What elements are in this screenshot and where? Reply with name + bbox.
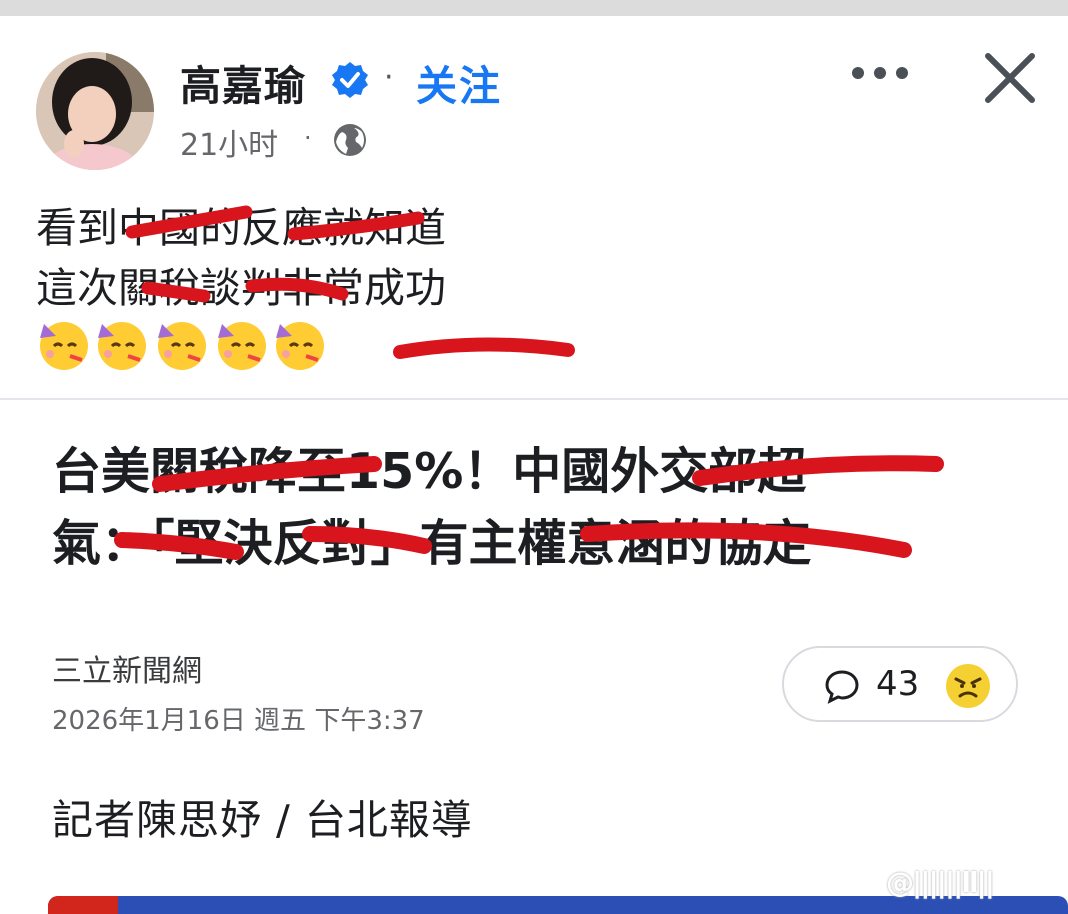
post-divider <box>0 398 1068 400</box>
header-separator-dot: · <box>384 60 394 95</box>
article-headline[interactable]: 台美關稅降至15%！中國外交部超 氣：「堅決反對」有主權意涵的協定 <box>52 436 1032 580</box>
comment-count: 43 <box>876 664 920 704</box>
meta-separator-dot: · <box>304 124 312 152</box>
window-top-bar <box>0 0 1068 16</box>
strike-mark <box>393 337 575 359</box>
close-icon[interactable] <box>980 48 1040 108</box>
article-source[interactable]: 三立新聞網 <box>52 646 202 690</box>
watermark: @||||||ll|| <box>886 866 995 899</box>
partying-face-icon <box>98 322 146 370</box>
author-avatar[interactable] <box>36 52 154 170</box>
author-name[interactable]: 高嘉瑜 <box>180 52 306 112</box>
verified-badge-icon <box>332 62 368 98</box>
headline-line-1: 台美關稅降至15%！中國外交部超 <box>52 443 807 500</box>
partying-face-icon <box>158 322 206 370</box>
angry-face-icon <box>946 664 990 708</box>
partying-face-icon <box>276 322 324 370</box>
article-date: 2026年1月16日 週五 下午3:37 <box>52 706 425 736</box>
partying-face-icon <box>40 322 88 370</box>
more-options-icon[interactable] <box>850 62 910 84</box>
post-text: 看到中國的反應就知道 這次關稅談判非常成功 <box>36 198 446 318</box>
article-byline: 記者陳思妤 / 台北報導 <box>52 796 473 844</box>
post-time[interactable]: 21小时 <box>180 120 278 164</box>
partying-face-icon <box>218 322 266 370</box>
top-bar-gap <box>0 16 1068 20</box>
avatar-photo <box>36 52 154 170</box>
comment-icon <box>825 670 859 704</box>
post-text-line-1: 看到中國的反應就知道 <box>36 204 446 252</box>
follow-button[interactable]: 关注 <box>416 52 502 112</box>
globe-icon <box>334 124 366 156</box>
article-image-accent <box>48 896 118 914</box>
comment-reaction-button[interactable]: 43 <box>782 646 1018 722</box>
headline-line-2: 氣：「堅決反對」有主權意涵的協定 <box>52 515 812 572</box>
post-text-line-2: 這次關稅談判非常成功 <box>36 264 446 312</box>
